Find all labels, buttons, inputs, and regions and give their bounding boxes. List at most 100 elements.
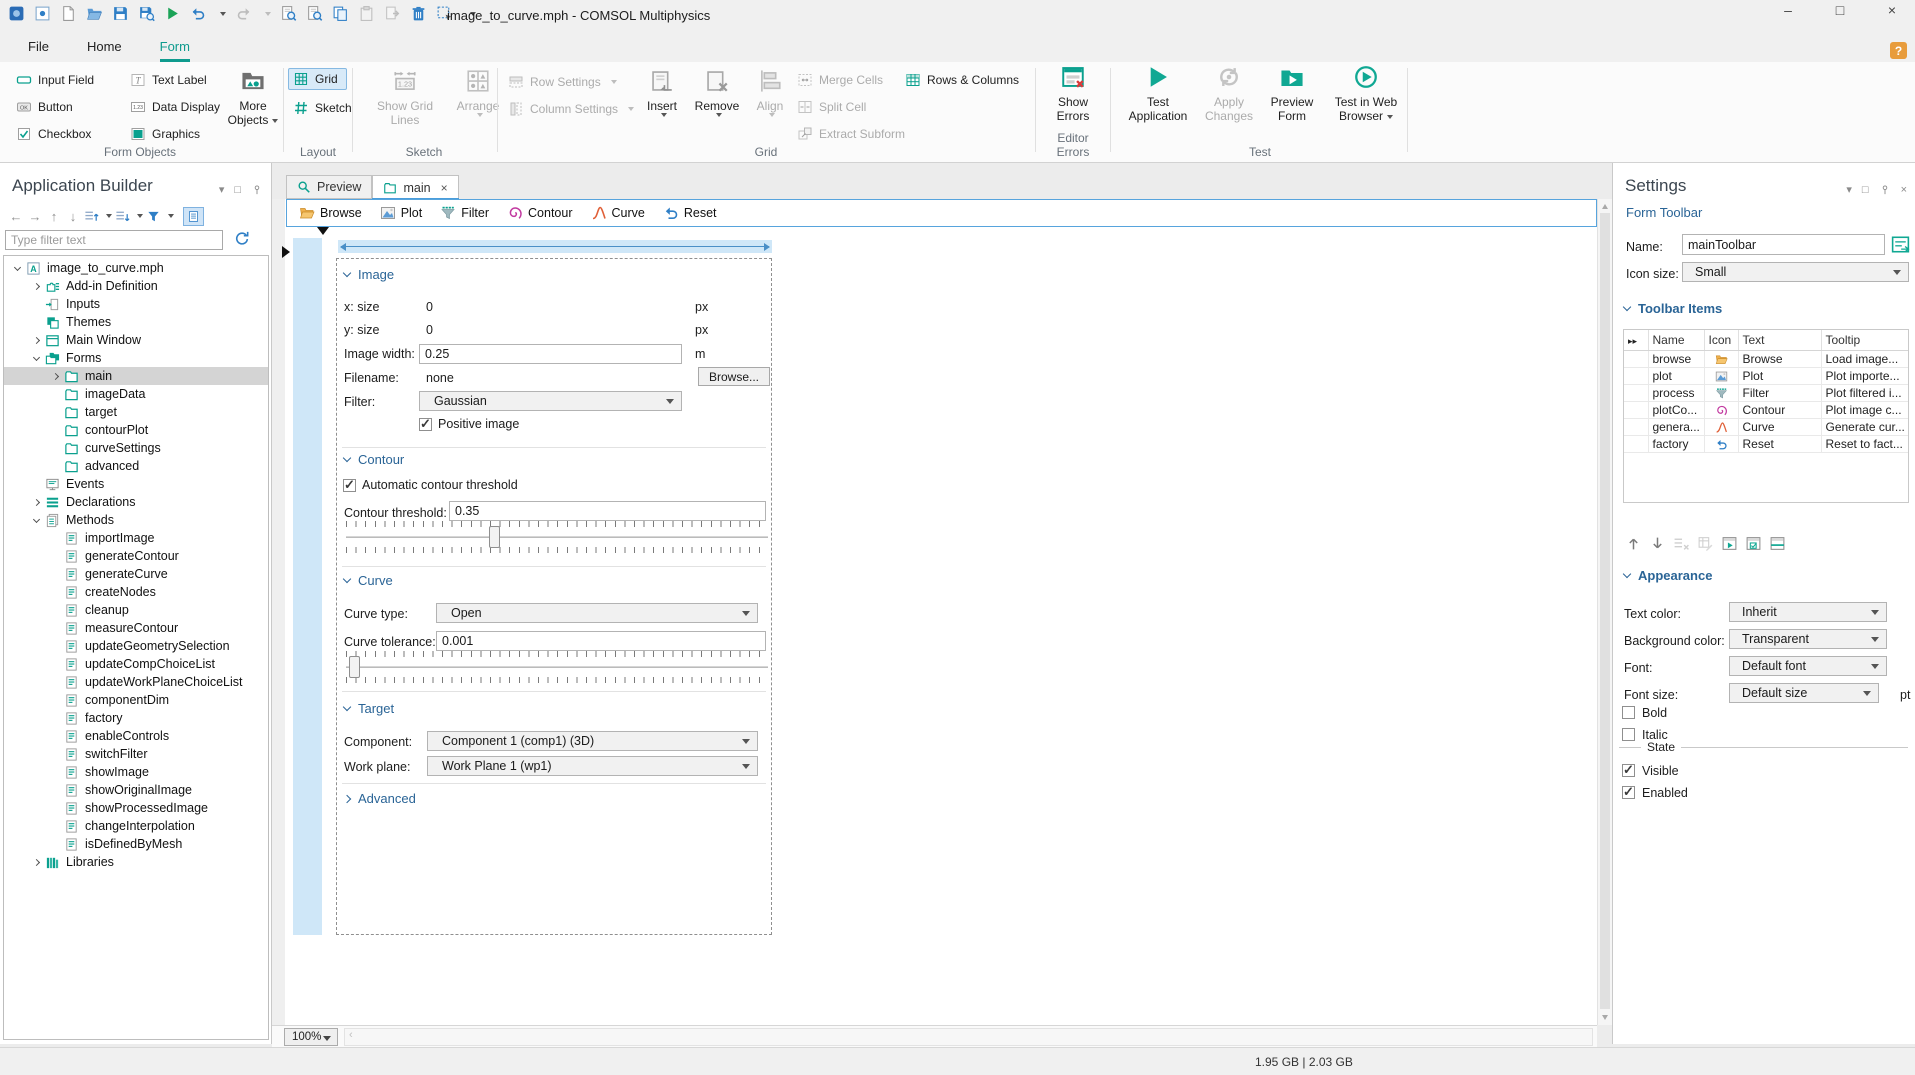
collapse-chevron-icon[interactable] [29,513,43,527]
tree-item-measureContour[interactable]: measureContour [4,619,268,637]
tree-item-componentDim[interactable]: componentDim [4,691,268,709]
nav-back-icon[interactable]: ← [8,209,24,224]
form-toolbar-plot-button[interactable]: Plot [380,205,422,221]
expand-chevron-icon[interactable] [29,333,43,347]
tree-item-Events[interactable]: Events [4,475,268,493]
ribbon-insert-button[interactable]: Insert [640,68,684,117]
row-selector-cell[interactable] [1624,435,1649,453]
panel-close-icon[interactable]: × [1901,184,1907,196]
tree-item-Themes[interactable]: Themes [4,313,268,331]
row-selector-cell[interactable] [1624,401,1649,419]
item-text-cell[interactable]: Curve [1738,418,1822,436]
browse-file-button[interactable]: Browse... [698,367,770,386]
tree-item-showImage[interactable]: showImage [4,763,268,781]
move-item-up-icon[interactable] [1625,535,1642,552]
toolbar-item-row-Plot[interactable]: plot Plot Plot importe... [1624,367,1908,385]
enabled-checkbox[interactable] [1622,784,1635,800]
filter-dropdown[interactable]: Gaussian [419,391,682,411]
tree-item-updateWorkPlaneChoiceList[interactable]: updateWorkPlaneChoiceList [4,673,268,691]
toolbar-item-row-Filter[interactable]: process Filter Plot filtered i... [1624,384,1908,402]
row-selector-cell[interactable] [1624,384,1649,402]
collapse-all-icon[interactable] [84,209,99,224]
toolbar-items-section[interactable]: Toolbar Items [1622,301,1722,316]
form-toolbar-filter-button[interactable]: Filter [440,205,489,221]
contour-threshold-slider[interactable] [346,521,768,553]
tree-item-Add-in Definition[interactable]: Add-in Definition [4,277,268,295]
horizontal-scrollbar[interactable]: ‹ [344,1028,1593,1046]
tree-item-createNodes[interactable]: createNodes [4,583,268,601]
help-button[interactable]: ? [1890,42,1907,59]
scroll-up-icon[interactable] [1602,204,1608,209]
item-tooltip-cell[interactable]: Reset to fact... [1821,435,1908,453]
ribbon-more-objects-button[interactable]: More Objects [222,68,284,127]
item-icon-cell[interactable] [1704,384,1739,402]
vertical-scrollbar[interactable] [1597,199,1612,1025]
section-image[interactable]: Image [342,267,394,282]
column-header-name[interactable]: Name [1648,330,1705,351]
item-icon-cell[interactable] [1704,418,1739,436]
minimize-button[interactable]: – [1775,2,1801,18]
scroll-down-icon[interactable] [1602,1015,1608,1020]
toolbar-item-row-Curve[interactable]: genera... Curve Generate cur... [1624,418,1908,436]
curve-tolerance-input[interactable] [436,631,766,651]
form-toolbar-browse-button[interactable]: Browse [299,205,362,221]
close-button[interactable]: × [1879,2,1905,18]
item-text-cell[interactable]: Plot [1738,367,1822,385]
tree-item-enableControls[interactable]: enableControls [4,727,268,745]
expand-chevron-icon[interactable] [29,495,43,509]
tab-form[interactable]: Form [159,39,190,62]
item-name-cell[interactable]: plot [1648,367,1705,385]
auto-threshold-checkbox[interactable] [343,477,356,493]
item-tooltip-cell[interactable]: Plot filtered i... [1821,384,1908,402]
find-icon[interactable] [280,5,297,22]
column-header-tooltip[interactable]: Tooltip [1821,330,1908,351]
expand-all-icon[interactable] [115,209,130,224]
refresh-icon[interactable] [233,230,250,247]
ribbon-sketch-button[interactable]: Sketch [293,98,352,118]
tree-item-contourPlot[interactable]: contourPlot [4,421,268,439]
ribbon-graphics-button[interactable]: Graphics [130,124,200,144]
grid-row-indicator[interactable] [293,238,322,935]
font-dropdown[interactable]: Default font [1729,656,1887,676]
item-text-cell[interactable]: Reset [1738,435,1822,453]
close-tab-icon[interactable]: × [441,181,448,195]
tree-item-generateContour[interactable]: generateContour [4,547,268,565]
panel-menu-icon[interactable]: ▾ [1846,183,1852,196]
item-icon-cell[interactable] [1704,350,1739,368]
tree-filter-input[interactable] [5,230,223,250]
form-toolbar-curve-button[interactable]: Curve [591,205,645,221]
save-icon[interactable] [112,5,129,22]
bold-checkbox[interactable] [1622,706,1635,719]
row-selector-cell[interactable] [1624,367,1649,385]
background-color-dropdown[interactable]: Transparent [1729,629,1887,649]
show-in-model-builder-toggle[interactable] [183,206,204,226]
item-icon-cell[interactable] [1704,435,1739,453]
item-text-cell[interactable]: Browse [1738,350,1822,368]
image-width-input[interactable] [419,344,682,364]
toolbar-item-row-Contour[interactable]: plotCo... Contour Plot image c... [1624,401,1908,419]
text-color-dropdown[interactable]: Inherit [1729,602,1887,622]
ribbon-test-application-button[interactable]: Test Application [1122,64,1194,123]
tree-item-curveSettings[interactable]: curveSettings [4,439,268,457]
panel-float-icon[interactable]: □ [1862,184,1869,196]
section-curve[interactable]: Curve [342,573,393,588]
delete-icon[interactable] [410,5,427,22]
ribbon-preview-form-button[interactable]: Preview Form [1264,64,1320,123]
tree-item-Inputs[interactable]: Inputs [4,295,268,313]
move-up-icon[interactable]: ↑ [46,209,62,224]
ribbon-data-display-button[interactable]: 1.23 Data Display [130,97,220,117]
ribbon-test-web-browser-button[interactable]: Test in Web Browser [1328,64,1404,123]
tree-item-target[interactable]: target [4,403,268,421]
item-icon-cell[interactable] [1704,401,1739,419]
tree-item-Main Window[interactable]: Main Window [4,331,268,349]
collapse-chevron-icon[interactable] [10,261,24,275]
expand-all-dropdown-icon[interactable] [137,214,143,218]
item-name-cell[interactable]: process [1648,384,1705,402]
collapse-all-dropdown-icon[interactable] [106,214,112,218]
tree-item-Methods[interactable]: Methods [4,511,268,529]
tree-item-cleanup[interactable]: cleanup [4,601,268,619]
ribbon-show-errors-button[interactable]: Show Errors [1044,64,1102,123]
collapse-chevron-icon[interactable] [29,351,43,365]
toolbar-item-row-Browse[interactable]: browse Browse Load image... [1624,350,1908,368]
tree-item-updateCompChoiceList[interactable]: updateCompChoiceList [4,655,268,673]
